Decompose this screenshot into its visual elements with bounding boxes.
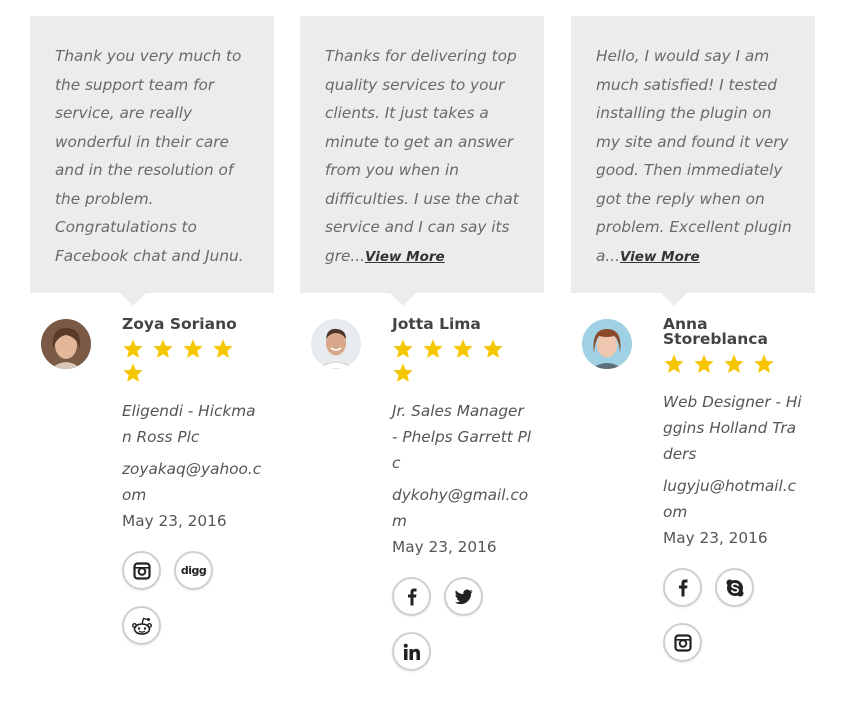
star-icon bbox=[693, 353, 715, 375]
linkedin-icon[interactable] bbox=[392, 632, 431, 671]
quote-text: Thanks for delivering top quality servic… bbox=[325, 47, 519, 265]
testimonial-quote: Thank you very much to the support team … bbox=[55, 42, 256, 270]
star-icon bbox=[663, 353, 685, 375]
star-icon bbox=[482, 338, 504, 360]
author-company: Web Designer - Higgins Holland Traders bbox=[663, 393, 802, 463]
quote-text: Thank you very much to the support team … bbox=[55, 47, 244, 265]
testimonial-card: Thank you very much to the support team … bbox=[30, 16, 274, 661]
star-icon bbox=[753, 353, 775, 375]
testimonial-quote: Thanks for delivering top quality servic… bbox=[325, 42, 526, 271]
author-email: dykohy@gmail.com bbox=[392, 486, 529, 530]
author-block: Jotta Lima Jr. Sales Manager - Phelps Ga… bbox=[300, 315, 544, 687]
author-block: Anna Storeblanca Web Designer - Higgins … bbox=[571, 315, 815, 678]
social-links bbox=[663, 568, 813, 678]
author-email: zoyakaq@yahoo.com bbox=[122, 460, 262, 504]
star-icon bbox=[152, 338, 174, 360]
facebook-icon[interactable] bbox=[392, 577, 431, 616]
instagram-icon[interactable] bbox=[122, 551, 161, 590]
social-links: digg bbox=[122, 551, 272, 661]
author-email: lugyju@hotmail.com bbox=[663, 477, 797, 521]
star-icon bbox=[723, 353, 745, 375]
reddit-icon[interactable] bbox=[122, 606, 161, 645]
star-icon bbox=[212, 338, 234, 360]
author-name: Anna Storeblanca bbox=[663, 315, 768, 348]
digg-icon[interactable]: digg bbox=[174, 551, 214, 590]
star-rating bbox=[392, 338, 522, 386]
author-block: Zoya Soriano Eligendi - Hickman Ross Plc… bbox=[30, 315, 274, 661]
testimonial-quote-bubble: Hello, I would say I am much satisfied! … bbox=[571, 16, 815, 306]
author-company: Eligendi - Hickman Ross Plc bbox=[122, 402, 256, 446]
view-more-link[interactable]: View More bbox=[365, 249, 445, 265]
testimonial-quote-bubble: Thanks for delivering top quality servic… bbox=[300, 16, 544, 306]
instagram-icon[interactable] bbox=[663, 623, 702, 662]
star-icon bbox=[452, 338, 474, 360]
author-company: Jr. Sales Manager - Phelps Garrett Plc bbox=[392, 402, 532, 472]
testimonial-card: Thanks for delivering top quality servic… bbox=[300, 16, 544, 687]
star-rating bbox=[663, 353, 793, 377]
quote-text: Hello, I would say I am much satisfied! … bbox=[596, 47, 792, 265]
star-icon bbox=[182, 338, 204, 360]
avatar bbox=[582, 319, 632, 369]
star-icon bbox=[122, 338, 144, 360]
testimonial-quote-bubble: Thank you very much to the support team … bbox=[30, 16, 274, 306]
social-links bbox=[392, 577, 542, 687]
avatar bbox=[311, 319, 361, 369]
facebook-icon[interactable] bbox=[663, 568, 702, 607]
star-icon bbox=[122, 362, 144, 384]
skype-icon[interactable] bbox=[715, 568, 755, 607]
author-name: Jotta Lima bbox=[392, 315, 481, 333]
twitter-icon[interactable] bbox=[444, 577, 484, 616]
review-date: May 23, 2016 bbox=[663, 529, 768, 547]
testimonial-card: Hello, I would say I am much satisfied! … bbox=[571, 16, 815, 678]
view-more-link[interactable]: View More bbox=[620, 249, 700, 265]
star-icon bbox=[392, 338, 414, 360]
avatar bbox=[41, 319, 91, 369]
review-date: May 23, 2016 bbox=[122, 512, 227, 530]
star-icon bbox=[422, 338, 444, 360]
author-name: Zoya Soriano bbox=[122, 315, 237, 333]
testimonial-quote: Hello, I would say I am much satisfied! … bbox=[596, 42, 797, 271]
star-rating bbox=[122, 338, 252, 386]
star-icon bbox=[392, 362, 414, 384]
review-date: May 23, 2016 bbox=[392, 538, 497, 556]
